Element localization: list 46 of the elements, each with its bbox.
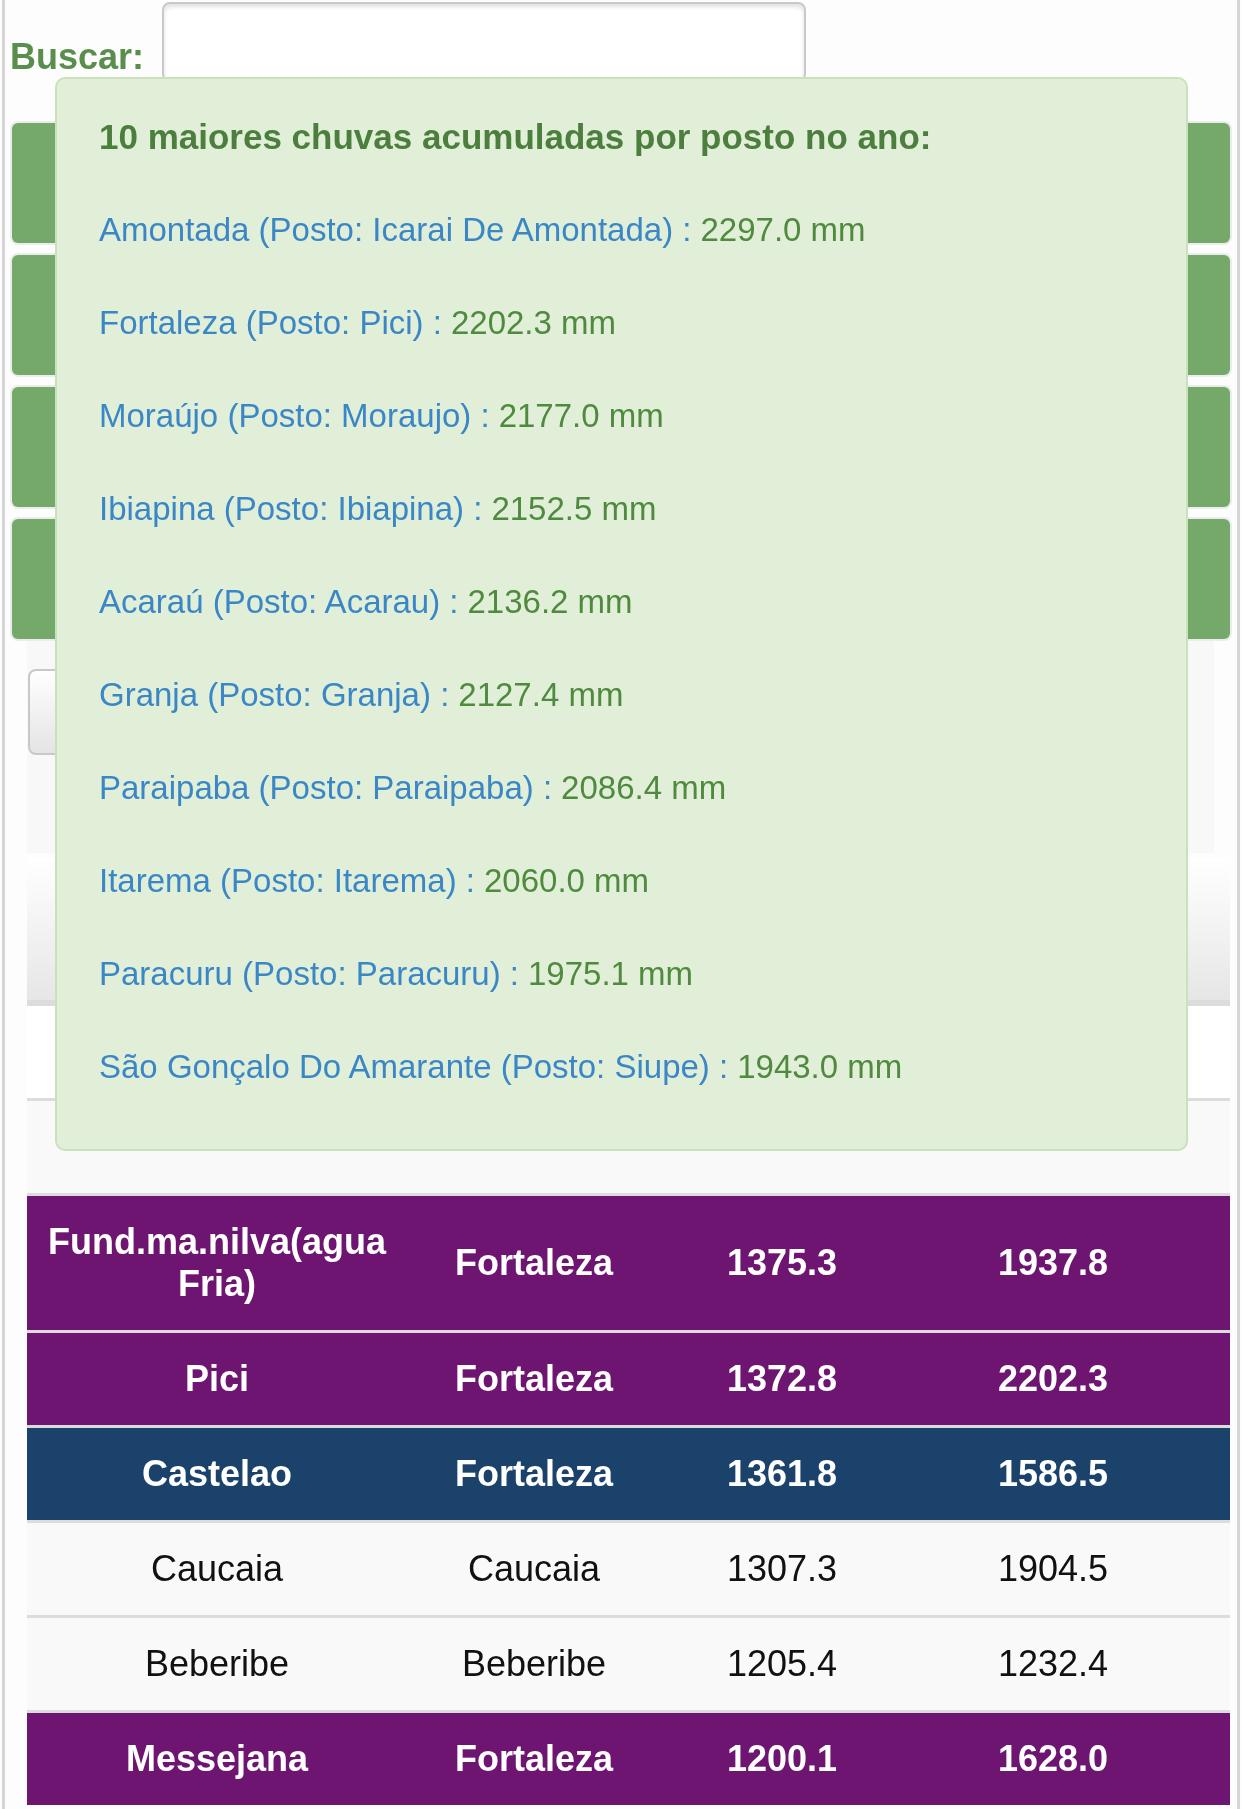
- table-cell-text: 1628.0: [996, 1738, 1110, 1780]
- rainfall-value: 2202.3 mm: [450, 303, 617, 343]
- table-cell-text: 1205.4: [725, 1643, 839, 1685]
- popup-title: 10 maiores chuvas acumuladas por posto no ano:: [99, 116, 933, 158]
- station-link[interactable]: Acaraú (Posto: Acarau) :: [99, 580, 459, 624]
- station-link[interactable]: Itarema (Posto: Itarema) :: [99, 859, 475, 903]
- station-link[interactable]: Granja (Posto: Granja) :: [99, 673, 450, 717]
- table-cell-text: 1200.1: [725, 1738, 839, 1780]
- station-link[interactable]: São Gonçalo Do Amarante (Posto: Siupe) :: [99, 1045, 729, 1089]
- table-cell-text: Fortaleza: [453, 1453, 615, 1495]
- table-cell-text: Castelao: [140, 1453, 294, 1495]
- table-cell-text: 1586.5: [996, 1453, 1110, 1495]
- station-link[interactable]: Fortaleza (Posto: Pici) :: [99, 301, 442, 345]
- station-link[interactable]: Paracuru (Posto: Paracuru) :: [99, 952, 519, 996]
- table-cell-text: Fund.ma.nilva(agua Fria): [46, 1221, 388, 1305]
- rainfall-value: 2086.4 mm: [561, 768, 727, 808]
- table-cell-text: 1361.8: [725, 1453, 839, 1495]
- rainfall-value: 1975.1 mm: [528, 954, 694, 994]
- table-cell-text: Caucaia: [149, 1548, 285, 1590]
- table-cell-text: Pici: [183, 1358, 250, 1400]
- table-cell-text: 1307.3: [725, 1548, 839, 1590]
- table-cell-text: 1904.5: [996, 1548, 1110, 1590]
- table-cell-text: 1937.8: [996, 1242, 1110, 1284]
- table-cell-text: 1375.3: [725, 1242, 839, 1284]
- rainfall-value: 2060.0 mm: [483, 861, 650, 901]
- table-cell-text: Messejana: [124, 1738, 310, 1780]
- table-cell-text: Beberibe: [143, 1643, 291, 1685]
- rainfall-value: 2127.4 mm: [458, 675, 624, 715]
- table-cell-text: Beberibe: [460, 1643, 608, 1685]
- rainfall-value: 2177.0 mm: [498, 396, 664, 436]
- station-link[interactable]: Moraújo (Posto: Moraujo) :: [99, 394, 490, 438]
- table-cell-text: Fortaleza: [453, 1358, 615, 1400]
- table-cell-text: Caucaia: [466, 1548, 602, 1590]
- table-cell-text: Fortaleza: [453, 1738, 615, 1780]
- table-cell-text: 1232.4: [996, 1643, 1110, 1685]
- station-link[interactable]: Ibiapina (Posto: Ibiapina) :: [99, 487, 483, 531]
- rainfall-value: 1943.0 mm: [737, 1047, 903, 1087]
- station-link[interactable]: Paraipaba (Posto: Paraipaba) :: [99, 766, 553, 810]
- rainfall-value: 2136.2 mm: [467, 582, 633, 622]
- table-cell-text: Fortaleza: [453, 1242, 615, 1284]
- station-link[interactable]: Amontada (Posto: Icarai De Amontada) :: [99, 208, 692, 252]
- rainfall-value: 2152.5 mm: [491, 489, 657, 529]
- rainfall-value: 2297.0 mm: [700, 210, 866, 250]
- table-cell-text: 1372.8: [725, 1358, 839, 1400]
- search-label: Buscar:: [10, 37, 145, 77]
- table-cell-text: 2202.3: [996, 1358, 1110, 1400]
